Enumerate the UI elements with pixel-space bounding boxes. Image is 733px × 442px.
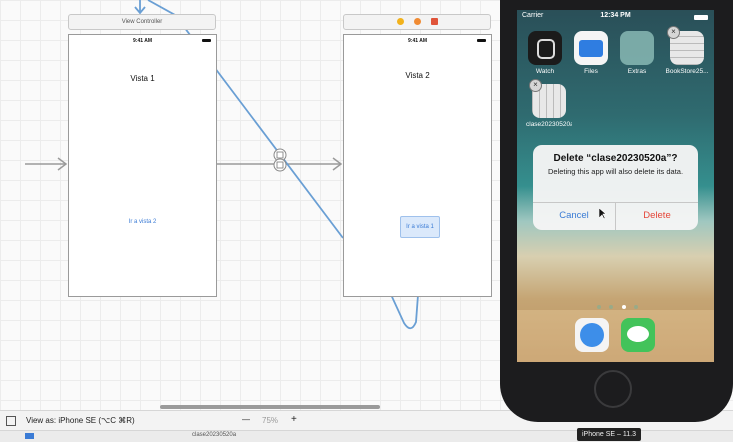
vc2-title: Vista 2 bbox=[405, 71, 430, 80]
app-label: Files bbox=[584, 68, 598, 75]
vc2-status-time: 9:41 AM bbox=[408, 38, 427, 44]
battery-icon bbox=[202, 39, 211, 42]
vc2-frame[interactable]: 9:41 AM Vista 2 Ir a vista 1 bbox=[343, 34, 492, 297]
app-watch[interactable]: Watch bbox=[526, 31, 564, 75]
grid-icon: × bbox=[667, 26, 704, 65]
delete-badge-icon[interactable]: × bbox=[667, 26, 680, 39]
messages-icon[interactable] bbox=[621, 318, 655, 352]
delete-alert: Delete “clase20230520a”? Deleting this a… bbox=[533, 145, 698, 230]
cursor-icon bbox=[599, 208, 607, 220]
breakpoints-icon[interactable] bbox=[25, 433, 34, 439]
vc1-dock-label: View Controller bbox=[121, 19, 163, 25]
view-as-label[interactable]: View as: iPhone SE (⌥C ⌘R) bbox=[26, 416, 135, 425]
alert-message: Deleting this app will also delete its d… bbox=[547, 167, 684, 176]
debug-filename: clase20230520a bbox=[192, 432, 237, 438]
delete-badge-icon[interactable]: × bbox=[529, 79, 542, 92]
safari-icon[interactable] bbox=[575, 318, 609, 352]
sidebar-toggle-icon[interactable] bbox=[6, 416, 16, 426]
vc1-frame[interactable]: 9:41 AM Vista 1 Ir a vista 2 bbox=[68, 34, 217, 297]
battery-icon bbox=[694, 15, 708, 20]
delete-button[interactable]: Delete bbox=[616, 202, 698, 230]
vc1-scene-dock[interactable]: View Controller bbox=[68, 14, 216, 30]
clock-label: 12:34 PM bbox=[600, 12, 631, 19]
vc1-title: Vista 1 bbox=[130, 74, 155, 83]
alert-title: Delete “clase20230520a”? bbox=[553, 153, 678, 164]
app-bookstore[interactable]: × BookStore25... bbox=[664, 26, 710, 75]
dock bbox=[517, 310, 714, 362]
grid-icon: × bbox=[529, 79, 566, 118]
vc1-link-button[interactable]: Ir a vista 2 bbox=[69, 219, 216, 225]
app-label: Extras bbox=[627, 68, 647, 75]
app-label: Watch bbox=[535, 68, 555, 75]
vc2-scene-dock[interactable] bbox=[343, 14, 491, 30]
zoom-out-button[interactable]: — bbox=[242, 415, 250, 424]
battery-icon bbox=[477, 39, 486, 42]
watch-icon bbox=[528, 31, 562, 65]
first-responder-icon bbox=[414, 18, 421, 25]
folder-icon bbox=[574, 31, 608, 65]
zoom-level: 75% bbox=[262, 416, 279, 425]
vc2-button[interactable]: Ir a vista 1 bbox=[400, 216, 440, 238]
home-screen[interactable]: Carrier 12:34 PM Watch Files Extras × Bo… bbox=[517, 10, 714, 362]
status-bar: Carrier 12:34 PM bbox=[517, 12, 714, 24]
iphone-simulator: Carrier 12:34 PM Watch Files Extras × Bo… bbox=[500, 0, 733, 422]
app-label: clase20230520a bbox=[526, 121, 572, 128]
app-label: BookStore25... bbox=[665, 68, 709, 75]
app-files[interactable]: Files bbox=[572, 31, 610, 75]
app-clase[interactable]: × clase20230520a bbox=[526, 79, 572, 128]
exit-icon bbox=[431, 18, 438, 25]
horizontal-scrollbar[interactable] bbox=[160, 405, 380, 409]
home-button[interactable] bbox=[594, 370, 632, 408]
vc-icon bbox=[397, 18, 404, 25]
app-extras[interactable]: Extras bbox=[618, 31, 656, 75]
folder-icon bbox=[620, 31, 654, 65]
zoom-in-button[interactable]: + bbox=[291, 414, 297, 425]
vc1-status-time: 9:41 AM bbox=[133, 38, 152, 44]
device-tag: iPhone SE – 11.3 bbox=[577, 428, 641, 441]
